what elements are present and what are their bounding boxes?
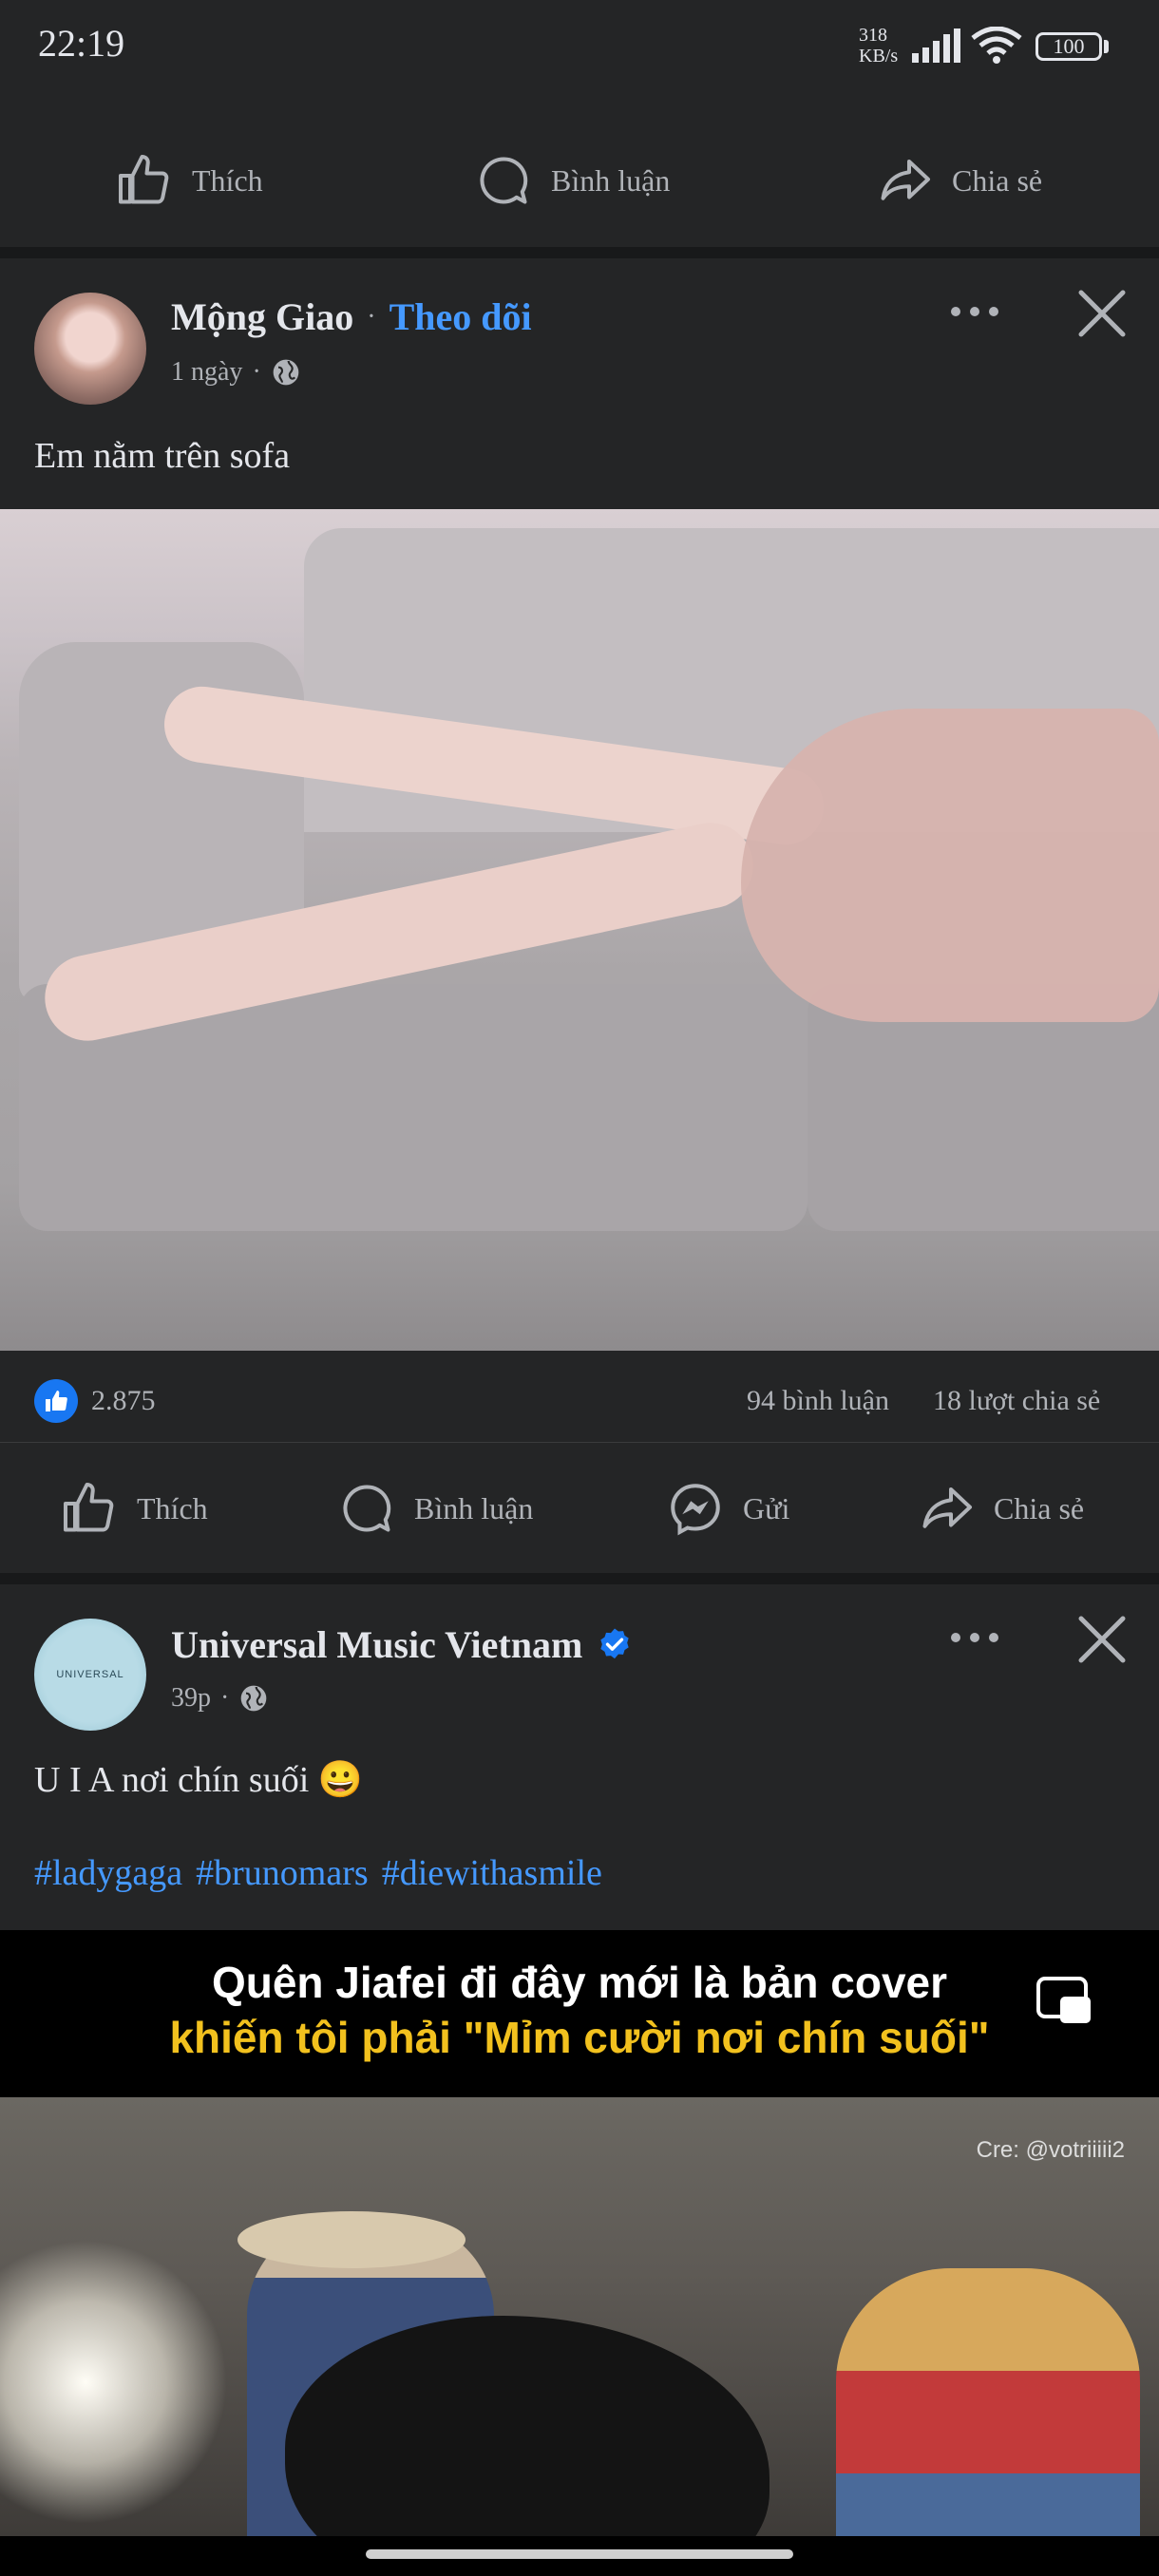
close-icon[interactable]: [1075, 287, 1129, 340]
hashtag-link[interactable]: #brunomars: [196, 1853, 369, 1893]
wifi-icon: [971, 27, 1022, 64]
comment-label: Bình luận: [551, 162, 671, 198]
hashtag-list: #ladygaga #brunomars #diewithasmile: [34, 1852, 616, 1894]
video-figure: [836, 2268, 1140, 2536]
signal-icon: [912, 28, 960, 63]
comment-button[interactable]: Bình luận: [475, 152, 670, 209]
video-figure: [238, 2211, 466, 2268]
stage-light: [0, 2240, 228, 2525]
comment-button[interactable]: Bình luận: [338, 1480, 533, 1537]
post-time[interactable]: 1 ngày: [171, 357, 242, 388]
verified-badge-icon: [600, 1628, 629, 1658]
post-header: Universal Music Vietnam: [171, 1622, 634, 1667]
hashtag-link[interactable]: #ladygaga: [34, 1853, 182, 1893]
status-time: 22:19: [38, 22, 125, 65]
like-label: Thích: [192, 162, 263, 198]
messenger-icon: [671, 1484, 720, 1536]
more-options-icon[interactable]: [946, 1628, 1003, 1647]
like-count: 2.875: [91, 1385, 156, 1416]
video-title-line2: khiến tôi phải "Mỉm cười nơi chín suối": [169, 2013, 990, 2062]
dot-separator: ·: [367, 301, 376, 331]
like-label: Thích: [137, 1490, 208, 1525]
share-label: Chia sẻ: [952, 162, 1043, 198]
globe-icon: [273, 359, 299, 386]
post-header: Mộng Giao · Theo dõi: [171, 294, 532, 339]
post-meta: 39p ·: [171, 1683, 269, 1714]
post-photo[interactable]: [0, 509, 1159, 1351]
video-title-line1: Quên Jiafei đi đây mới là bản cover: [211, 1958, 948, 2007]
home-indicator[interactable]: [366, 2549, 793, 2559]
hashtag-link[interactable]: #diewithasmile: [382, 1853, 602, 1893]
avatar-logo-text: UNIVERSAL: [56, 1669, 124, 1680]
send-button[interactable]: Gửi: [667, 1480, 789, 1537]
share-count[interactable]: 18 lượt chia sẻ: [933, 1385, 1100, 1417]
network-speed-unit: KB/s: [859, 46, 899, 66]
share-icon: [881, 160, 930, 200]
divider: [0, 1442, 1159, 1443]
comment-count[interactable]: 94 bình luận: [747, 1385, 889, 1417]
like-icon: [64, 1483, 114, 1532]
like-button[interactable]: Thích: [61, 1480, 208, 1537]
video-overlay-shape: [285, 2316, 770, 2536]
share-icon: [922, 1487, 972, 1528]
meta-separator: ·: [220, 1683, 230, 1713]
comment-label: Bình luận: [414, 1490, 534, 1525]
post-text: Em nằm trên sofa: [34, 436, 291, 476]
send-label: Gửi: [743, 1490, 790, 1525]
close-icon[interactable]: [1075, 1613, 1129, 1666]
author-name[interactable]: Universal Music Vietnam: [171, 1622, 582, 1667]
network-speed: 318 KB/s: [859, 25, 898, 66]
post-meta: 1 ngày ·: [171, 357, 301, 388]
avatar[interactable]: [34, 293, 146, 405]
meta-separator: ·: [252, 357, 261, 387]
battery-indicator: 100: [1036, 32, 1102, 61]
like-button[interactable]: Thích: [116, 152, 263, 209]
share-button[interactable]: Chia sẻ: [918, 1480, 1084, 1537]
picture-in-picture-icon[interactable]: [1036, 1976, 1092, 2025]
more-options-icon[interactable]: [946, 302, 1003, 321]
post-time[interactable]: 39p: [171, 1683, 211, 1714]
author-name[interactable]: Mộng Giao: [171, 294, 353, 339]
like-icon: [119, 155, 169, 204]
post-text: U I A nơi chín suối 😀: [34, 1760, 364, 1800]
globe-icon: [240, 1685, 267, 1712]
avatar[interactable]: UNIVERSAL: [34, 1619, 146, 1731]
video-player[interactable]: Cre: @votriiiii2: [0, 2097, 1159, 2536]
reaction-summary[interactable]: 2.875: [34, 1379, 156, 1423]
comment-icon: [480, 157, 528, 204]
like-reaction-icon: [34, 1379, 78, 1423]
share-button[interactable]: Chia sẻ: [876, 152, 1042, 209]
video-credit: Cre: @votriiiii2: [976, 2137, 1125, 2163]
share-label: Chia sẻ: [994, 1490, 1085, 1525]
battery-nub: [1104, 40, 1109, 53]
follow-button[interactable]: Theo dõi: [390, 294, 532, 339]
comment-icon: [343, 1485, 391, 1532]
network-speed-value: 318: [859, 25, 887, 46]
photo-figure: [741, 709, 1159, 1022]
